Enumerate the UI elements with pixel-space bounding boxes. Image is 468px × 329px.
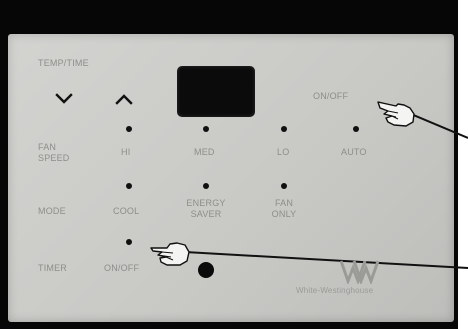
chevron-down-icon[interactable]: [55, 93, 73, 105]
mode-fan-only[interactable]: FAN ONLY: [263, 198, 305, 220]
fan-speed-med[interactable]: MED: [194, 147, 215, 158]
fan-auto-indicator: [353, 126, 359, 132]
fan-speed-label: FAN SPEED: [38, 142, 70, 163]
power-onoff-label[interactable]: ON/OFF: [313, 91, 348, 102]
callout-line-timer: [185, 251, 468, 269]
fan-med-indicator: [203, 126, 209, 132]
timer-onoff[interactable]: ON/OFF: [104, 263, 139, 274]
digital-display: [177, 66, 255, 117]
brand-name: White-Westinghouse: [296, 286, 374, 295]
temp-time-label: TEMP/TIME: [38, 58, 89, 68]
fan-lo-indicator: [281, 126, 287, 132]
ww-logo-icon: [340, 260, 380, 284]
mode-energy-saver-indicator: [203, 183, 209, 189]
chevron-up-icon[interactable]: [115, 93, 133, 105]
pointing-hand-icon: [377, 101, 415, 127]
fan-speed-auto[interactable]: AUTO: [341, 147, 367, 158]
timer-label: TIMER: [38, 263, 67, 273]
fan-speed-hi[interactable]: HI: [121, 147, 130, 158]
mode-label: MODE: [38, 206, 66, 216]
fan-speed-lo[interactable]: LO: [277, 147, 289, 158]
mode-energy-saver[interactable]: ENERGY SAVER: [180, 198, 232, 220]
mode-cool[interactable]: COOL: [113, 206, 139, 217]
fan-hi-indicator: [126, 126, 132, 132]
timer-indicator: [126, 239, 132, 245]
pointing-hand-icon: [150, 242, 190, 266]
mode-fan-only-indicator: [281, 183, 287, 189]
control-panel-photo: TEMP/TIME ON/OFF FAN SPEED HI MED LO AUT…: [0, 0, 468, 329]
mode-cool-indicator: [126, 183, 132, 189]
